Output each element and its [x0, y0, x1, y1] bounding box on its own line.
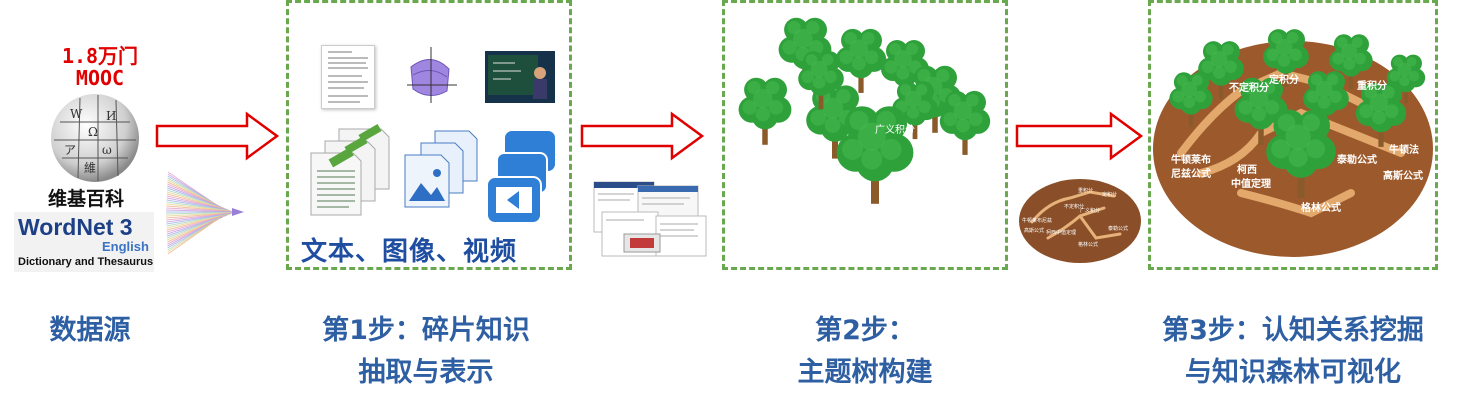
step2-tree-label: 广义积分 — [875, 125, 915, 136]
mini-map-label: 格林公式 — [1078, 241, 1098, 248]
forest-label: 重积分 — [1357, 79, 1387, 92]
mooc-label: MOOC — [75, 66, 125, 90]
tree-2 — [835, 28, 887, 93]
mini-map-label: 牛顿莱布尼兹 — [1022, 217, 1052, 224]
forest-label: 柯西 — [1237, 163, 1257, 176]
arrow-2 — [580, 111, 705, 161]
mini-map-label: 广义积分 — [1080, 207, 1100, 214]
wordnet-sub: English — [102, 239, 149, 254]
step3-caption: 第3步：认知关系挖掘 与知识森林可视化 — [1133, 310, 1453, 394]
tree-5 — [738, 77, 792, 145]
step2-caption-line2: 主题树构建 — [797, 357, 933, 388]
document-thumbnail — [321, 45, 375, 109]
forest-label: 定积分 — [1269, 73, 1299, 86]
video-file-icon — [486, 131, 555, 224]
source-caption: 数据源 — [49, 315, 131, 346]
step3-caption-line1: 第3步：认知关系挖掘 — [1162, 315, 1424, 346]
step1-panel: 文本、图像、视频 — [286, 0, 572, 270]
step1-caption-line2: 抽取与表示 — [358, 357, 494, 388]
math-plot-thumbnail — [403, 45, 459, 107]
step2-caption: 第2步： 主题树构建 — [715, 310, 1015, 394]
text-file-icon — [310, 124, 390, 216]
funnel-tip — [232, 208, 244, 216]
step3-panel: 定积分 不定积分 重积分牛顿莱布 尼兹公式 柯西 中值定理 泰勒公式 牛顿法高斯公式格林公式 — [1148, 0, 1438, 270]
forest-label: 格林公式 — [1301, 201, 1341, 214]
svg-text:Ω: Ω — [88, 125, 98, 139]
step1-caption: 第1步：碎片知识 抽取与表示 — [276, 310, 576, 394]
topic-trees — [738, 17, 991, 204]
step3-caption-line2: 与知识森林可视化 — [1185, 357, 1401, 388]
forest-label: 泰勒公式 — [1336, 153, 1377, 166]
wordnet-logo: WordNet 3 English Dictionary and Thesaur… — [14, 212, 154, 272]
arrow-3 — [1015, 111, 1144, 161]
forest-label: 高斯公式 — [1383, 169, 1423, 182]
mini-map-label: 重积分 — [1078, 187, 1093, 194]
step1-caption-line1: 第1步：碎片知识 — [322, 315, 530, 346]
svg-text:維: 維 — [84, 161, 96, 175]
forest-label: 尼兹公式 — [1171, 167, 1211, 180]
web-screenshots-collage — [593, 181, 707, 257]
lecture-video-thumbnail — [485, 51, 555, 103]
svg-text:И: И — [106, 109, 116, 123]
media-types-label: 文本、图像、视频 — [301, 237, 518, 267]
wordnet-title: WordNet 3 — [18, 214, 133, 240]
wikipedia-label: 维基百科 — [48, 188, 125, 210]
mini-map-label: 定积分 — [1102, 191, 1117, 198]
mooc-count: 1.8万门 — [61, 44, 139, 68]
forest-label: 牛顿莱布 — [1171, 153, 1211, 166]
step2-caption-line1: 第2步： — [815, 315, 915, 346]
knowledge-forest: 定积分不定积分 重积分牛顿莱布尼兹公式 柯西中值定理 泰勒公式牛顿法高斯公式格林公式 — [1153, 29, 1433, 257]
forest-label: 中值定理 — [1231, 177, 1271, 190]
image-file-icon — [404, 130, 478, 208]
wordnet-tagline: Dictionary and Thesaurus — [18, 256, 154, 268]
mini-knowledge-map: 重积分定积分不定积分广义积分牛顿莱布尼兹柯西中值定理高斯公式 泰勒公式格林公式 — [1019, 179, 1141, 263]
wikipedia-globe-icon: WΩИ ア ω維 — [51, 94, 139, 182]
forest-label: 牛顿法 — [1389, 143, 1419, 156]
svg-text:ω: ω — [102, 143, 112, 157]
svg-text:ア: ア — [64, 143, 76, 157]
tree-9 — [939, 90, 991, 155]
mini-map-label: 柯西中值定理 — [1046, 229, 1076, 236]
arrow-1 — [155, 111, 280, 161]
step2-panel: 广义积分 — [722, 0, 1008, 270]
mini-map-label: 泰勒公式 — [1108, 225, 1128, 232]
mini-map-label: 高斯公式 — [1024, 227, 1044, 234]
data-funnel-graphic — [165, 171, 244, 255]
svg-text:W: W — [70, 107, 83, 121]
forest-label: 不定积分 — [1229, 81, 1269, 94]
